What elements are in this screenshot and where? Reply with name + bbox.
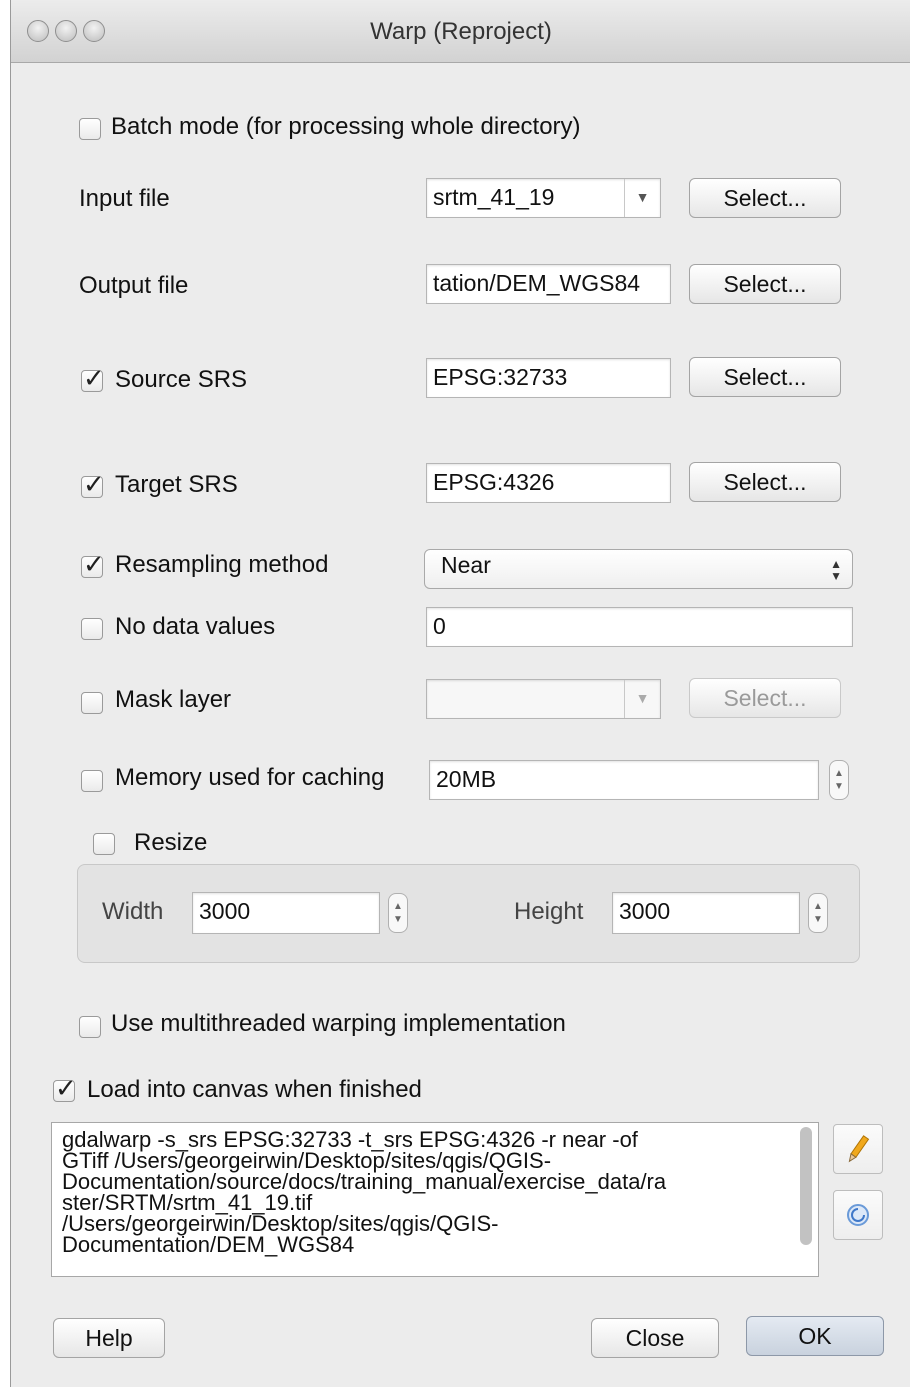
scrollbar[interactable] bbox=[800, 1127, 812, 1245]
memory-label: Memory used for caching bbox=[115, 764, 385, 791]
multithread-label: Use multithreaded warping implementation bbox=[111, 1010, 566, 1037]
width-spinner-icon[interactable]: ▲ ▼ bbox=[388, 893, 408, 933]
command-line: Documentation/DEM_WGS84 bbox=[62, 1232, 355, 1257]
resampling-value: Near bbox=[441, 552, 491, 578]
ok-button[interactable]: OK bbox=[746, 1316, 884, 1356]
checkmark-icon: ✓ bbox=[83, 549, 105, 579]
mask-layer-select-button[interactable]: Select... bbox=[689, 678, 841, 718]
height-input[interactable]: 3000 bbox=[612, 892, 800, 934]
input-file-label: Input file bbox=[79, 185, 170, 212]
no-data-input[interactable]: 0 bbox=[426, 607, 853, 647]
resize-checkbox[interactable] bbox=[93, 833, 115, 855]
multithread-checkbox[interactable] bbox=[79, 1016, 101, 1038]
memory-spinner-icon[interactable]: ▲ ▼ bbox=[829, 760, 849, 800]
help-button[interactable]: Help bbox=[53, 1318, 165, 1358]
mask-layer-checkbox[interactable] bbox=[81, 692, 103, 714]
mask-layer-combo[interactable]: ▼ bbox=[426, 679, 661, 719]
input-file-select-button[interactable]: Select... bbox=[689, 178, 841, 218]
command-line: gdalwarp -s_srs EPSG:32733 -t_srs EPSG:4… bbox=[62, 1127, 638, 1152]
output-file-input[interactable]: tation/DEM_WGS84 bbox=[426, 264, 671, 304]
no-data-checkbox[interactable] bbox=[81, 618, 103, 640]
target-srs-checkbox[interactable]: ✓ bbox=[81, 471, 105, 498]
no-data-label: No data values bbox=[115, 613, 276, 640]
target-srs-input[interactable]: EPSG:4326 bbox=[426, 463, 671, 503]
checkmark-icon: ✓ bbox=[83, 469, 105, 499]
command-line: Documentation/source/docs/training_manua… bbox=[62, 1169, 667, 1194]
input-file-value: srtm_41_19 bbox=[433, 184, 555, 210]
memory-checkbox[interactable] bbox=[81, 770, 103, 792]
load-canvas-checkbox[interactable]: ✓ bbox=[53, 1075, 77, 1102]
resampling-label: Resampling method bbox=[115, 551, 329, 578]
title-bar: Warp (Reproject) bbox=[11, 0, 910, 63]
width-input[interactable]: 3000 bbox=[192, 892, 380, 934]
resampling-select[interactable]: Near ▲ ▼ bbox=[424, 549, 853, 589]
window-title: Warp (Reproject) bbox=[370, 18, 552, 45]
command-line: ster/SRTM/srtm_41_19.tif bbox=[62, 1190, 313, 1215]
batch-mode-label: Batch mode (for processing whole directo… bbox=[111, 113, 581, 140]
output-file-select-button[interactable]: Select... bbox=[689, 264, 841, 304]
target-srs-label: Target SRS bbox=[115, 471, 238, 498]
height-label: Height bbox=[514, 898, 584, 925]
pencil-icon bbox=[848, 1135, 870, 1163]
resize-label: Resize bbox=[134, 829, 208, 856]
output-file-label: Output file bbox=[79, 272, 189, 299]
chevron-down-icon[interactable]: ▼ bbox=[624, 179, 660, 217]
batch-mode-checkbox[interactable] bbox=[79, 118, 101, 140]
dialog-window: Warp (Reproject) Batch mode (for process… bbox=[10, 0, 910, 1387]
height-spinner-icon[interactable]: ▲ ▼ bbox=[808, 893, 828, 933]
command-line: /Users/georgeirwin/Desktop/sites/qgis/QG… bbox=[62, 1211, 499, 1236]
source-srs-checkbox[interactable]: ✓ bbox=[81, 365, 105, 392]
width-label: Width bbox=[102, 898, 164, 925]
checkmark-icon: ✓ bbox=[83, 363, 105, 393]
checkmark-icon: ✓ bbox=[55, 1073, 77, 1103]
memory-input[interactable]: 20MB bbox=[429, 760, 819, 800]
command-textarea[interactable]: gdalwarp -s_srs EPSG:32733 -t_srs EPSG:4… bbox=[51, 1122, 819, 1277]
chevron-down-icon[interactable]: ▼ bbox=[624, 680, 660, 718]
command-line: GTiff /Users/georgeirwin/Desktop/sites/q… bbox=[62, 1148, 552, 1173]
updown-arrows-icon: ▲ ▼ bbox=[830, 557, 842, 583]
target-srs-select-button[interactable]: Select... bbox=[689, 462, 841, 502]
input-file-combo[interactable]: srtm_41_19 ▼ bbox=[426, 178, 661, 218]
close-button[interactable]: Close bbox=[591, 1318, 719, 1358]
resize-groupbox: Width 3000 ▲ ▼ Height 3000 ▲ ▼ bbox=[77, 864, 860, 963]
source-srs-select-button[interactable]: Select... bbox=[689, 357, 841, 397]
load-canvas-label: Load into canvas when finished bbox=[87, 1076, 422, 1103]
mask-layer-label: Mask layer bbox=[115, 686, 232, 713]
source-srs-input[interactable]: EPSG:32733 bbox=[426, 358, 671, 398]
reset-icon bbox=[847, 1204, 869, 1226]
reset-command-button[interactable] bbox=[833, 1190, 883, 1240]
resampling-checkbox[interactable]: ✓ bbox=[81, 551, 105, 578]
edit-command-button[interactable] bbox=[833, 1124, 883, 1174]
source-srs-label: Source SRS bbox=[115, 366, 248, 393]
